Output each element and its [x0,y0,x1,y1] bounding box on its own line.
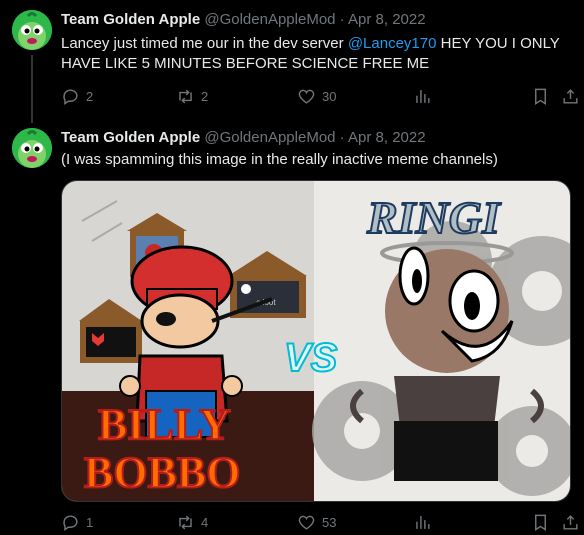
share-icon [563,89,578,104]
reply-button[interactable]: 2 [61,87,93,106]
tweet-text: (I was spamming this image in the really… [61,151,498,168]
avatar[interactable] [12,10,52,50]
bookmark-button[interactable] [531,87,550,106]
bookmark-button[interactable] [531,513,550,532]
ringi-title: RINGI [366,192,502,243]
retweet-count: 4 [201,515,209,530]
reply-icon [63,515,78,532]
timestamp[interactable]: Apr 8, 2022 [348,129,426,146]
views-icon [416,90,430,103]
meme-image: a loot BILLY BOBBO [62,181,570,501]
like-count: 53 [322,515,337,530]
tweet-header: Team Golden Apple @GoldenAppleMod · Apr … [61,11,426,28]
tweet-text: Lancey just timed me our in the dev serv… [61,34,571,74]
share-icon [563,515,578,530]
separator-dot: · [339,11,345,28]
vs-text: VS [284,336,338,380]
tweet-2[interactable]: Team Golden Apple @GoldenAppleMod · Apr … [0,120,584,535]
thread-line [31,55,33,123]
like-icon [298,515,315,530]
tweet-1[interactable]: Team Golden Apple @GoldenAppleMod · Apr … [0,0,584,123]
retweet-button[interactable]: 4 [176,513,208,532]
handle[interactable]: @GoldenAppleMod [204,11,335,28]
reply-count: 1 [86,515,94,530]
avatar-image [12,10,52,50]
reply-count: 2 [86,89,94,104]
action-bar: 2 2 30 [61,87,584,107]
retweet-icon [179,515,192,530]
timestamp[interactable]: Apr 8, 2022 [348,11,426,28]
share-button[interactable] [561,87,580,106]
reply-icon [63,89,78,106]
views-icon [416,516,430,529]
share-button[interactable] [561,513,580,532]
reply-button[interactable]: 1 [61,513,93,532]
retweet-count: 2 [201,89,209,104]
retweet-button[interactable]: 2 [176,87,208,106]
tweet-header: Team Golden Apple @GoldenAppleMod · Apr … [61,129,426,146]
views-button[interactable] [413,87,432,106]
like-button[interactable]: 30 [297,87,336,106]
retweet-icon [179,89,192,104]
mention-link[interactable]: @Lancey170 [348,35,437,52]
billy-title-line1: BILLY [98,400,231,449]
bookmark-icon [535,514,546,531]
like-count: 30 [322,89,337,104]
tweet-media-image[interactable]: a loot BILLY BOBBO [61,180,571,502]
bookmark-icon [535,88,546,105]
billy-title-line2: BOBBO [84,448,241,497]
views-button[interactable] [413,513,432,532]
avatar-image [12,128,52,168]
display-name[interactable]: Team Golden Apple [61,129,200,146]
like-icon [298,89,315,104]
display-name[interactable]: Team Golden Apple [61,11,200,28]
separator-dot: · [339,129,345,146]
handle[interactable]: @GoldenAppleMod [204,129,335,146]
tweet-text-part: Lancey just timed me our in the dev serv… [61,35,348,52]
avatar[interactable] [12,128,52,168]
action-bar: 1 4 53 [61,513,584,533]
like-button[interactable]: 53 [297,513,336,532]
